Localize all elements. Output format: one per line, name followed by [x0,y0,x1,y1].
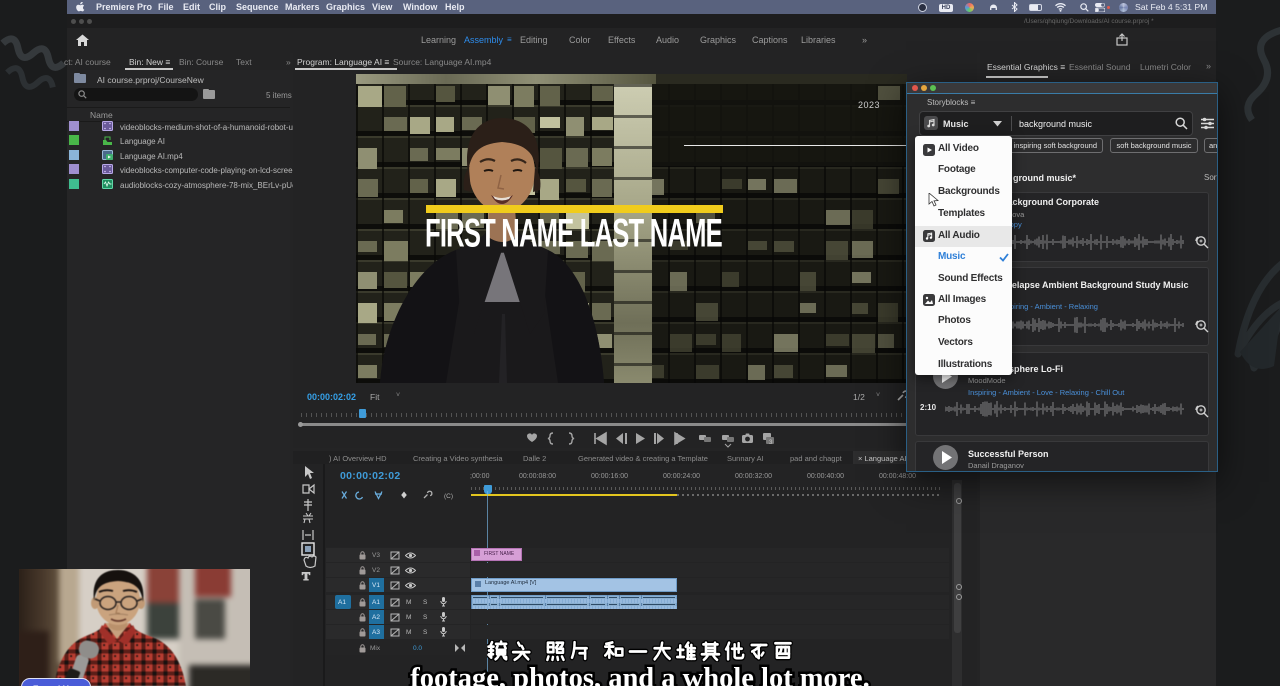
svg-text:T: T [302,569,310,583]
svg-text:(C): (C) [444,493,453,500]
